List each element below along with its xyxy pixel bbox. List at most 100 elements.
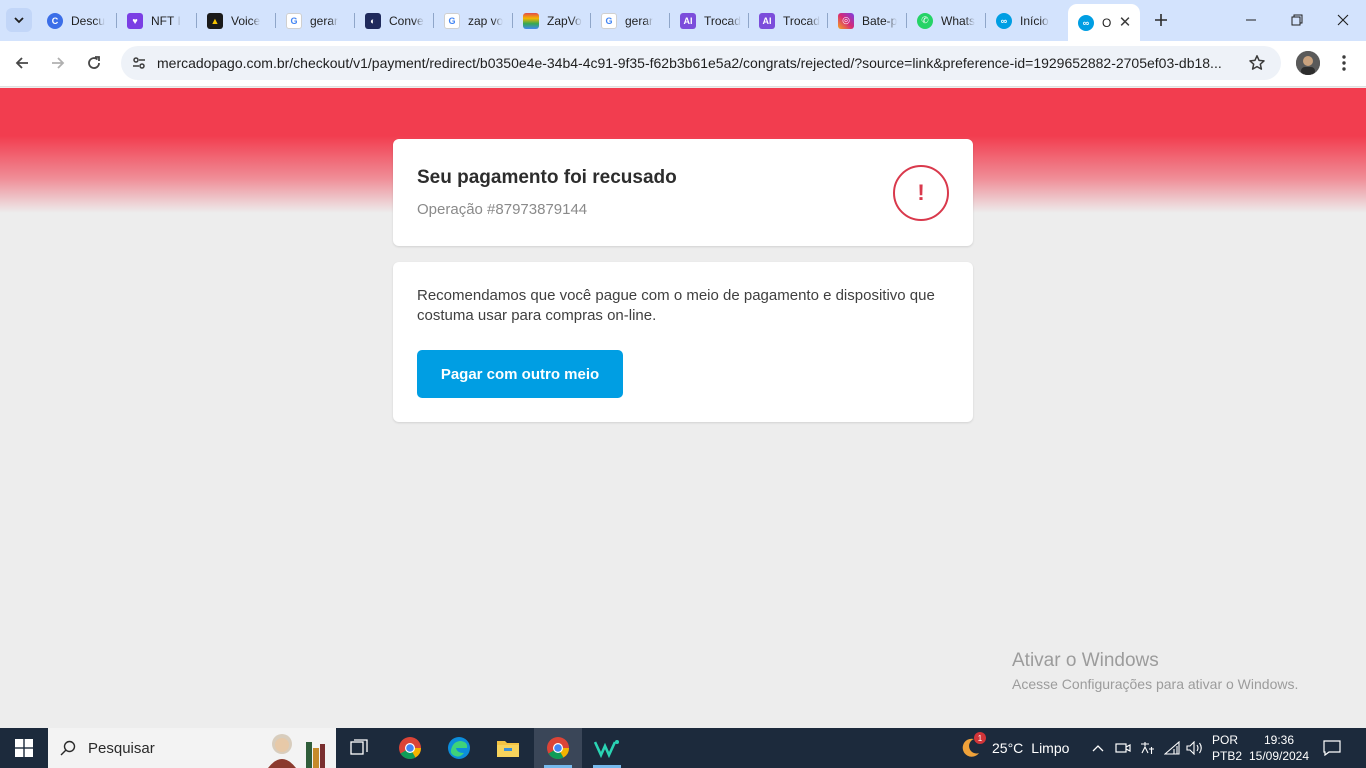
tab-3[interactable]: G gerar [277, 7, 355, 34]
weather-widget[interactable]: 1 25°C Limpo [958, 728, 1069, 768]
minimize-button[interactable] [1228, 0, 1274, 40]
plus-icon [1155, 14, 1167, 26]
keyboard-layout: PTB2 [1212, 749, 1243, 763]
tab-title: Trocad [704, 13, 741, 28]
address-bar[interactable]: mercadopago.com.br/checkout/v1/payment/r… [121, 46, 1281, 80]
tab-9[interactable]: AI Trocad [750, 7, 828, 34]
windows-taskbar: Pesquisar 1 25°C Limpo POR PTB2 19:36 15… [0, 728, 1366, 768]
keyboard-ime-icon [1141, 742, 1154, 754]
tab-title: gerar [625, 13, 654, 28]
star-icon [1249, 55, 1265, 70]
tune-icon [133, 57, 145, 69]
camera-icon [1115, 743, 1131, 753]
activation-subtitle: Acesse Configurações para ativar o Windo… [1012, 676, 1299, 692]
task-view-button[interactable] [336, 728, 384, 768]
more-vert-icon [1342, 55, 1346, 71]
tab-separator [590, 13, 591, 28]
tab-title: Trocad [783, 13, 820, 28]
taskbar-file-explorer[interactable] [484, 728, 532, 768]
taskbar-app[interactable] [583, 728, 631, 768]
notification-center-button[interactable] [1320, 737, 1344, 759]
url-text[interactable]: mercadopago.com.br/checkout/v1/payment/r… [157, 55, 1237, 71]
search-highlight-illustration-icon [268, 734, 325, 768]
network-tray-icon[interactable] [1162, 738, 1182, 758]
mercadopago-icon: ∞ [996, 12, 1012, 29]
tab-search-button[interactable] [6, 8, 32, 32]
show-hidden-icons-button[interactable] [1088, 738, 1108, 758]
tab-separator [906, 13, 907, 28]
browser-toolbar: mercadopago.com.br/checkout/v1/payment/r… [0, 41, 1366, 87]
tab-title: ZapVo [547, 13, 582, 28]
close-tab-icon[interactable]: ✕ [1118, 15, 1132, 30]
tab-1[interactable]: ♥ NFT I [118, 7, 196, 34]
reload-button[interactable] [79, 48, 109, 78]
speaker-icon [1186, 741, 1202, 755]
tab-2[interactable]: ▲ Voice [198, 7, 276, 34]
rainbow-icon [523, 12, 539, 29]
weather-condition: Limpo [1031, 740, 1070, 756]
tab-11[interactable]: ✆ Whats [908, 7, 986, 34]
task-view-icon [350, 739, 368, 755]
portrait-icon: ◐ [365, 12, 381, 29]
tab-12[interactable]: ∞ Início [987, 7, 1065, 34]
tab-separator [827, 13, 828, 28]
tab-10[interactable]: ◎ Bate-p [829, 7, 907, 34]
tab-active[interactable]: ∞ O ✕ [1068, 4, 1140, 41]
language-code: POR [1212, 733, 1239, 747]
taskbar-clock[interactable]: 19:36 15/09/2024 [1246, 732, 1312, 764]
close-window-button[interactable] [1320, 0, 1366, 40]
google-icon: G [601, 12, 617, 29]
wifi-icon [1164, 741, 1180, 755]
ai-logo-icon: AI [759, 12, 775, 29]
windows-logo-icon [15, 739, 33, 757]
tab-4[interactable]: ◐ Conve [356, 7, 434, 34]
browser-tab-strip: C Descu ♥ NFT I ▲ Voice G gerar ◐ Conve … [0, 0, 1366, 41]
page-content: Seu pagamento foi recusado Operação #879… [0, 88, 1366, 728]
whatsapp-icon: ✆ [917, 12, 933, 29]
ai-logo-icon: AI [680, 12, 696, 29]
activation-title: Ativar o Windows [1012, 650, 1159, 671]
app-icon [594, 740, 619, 758]
tab-separator [985, 13, 986, 28]
c-circle-icon: C [47, 12, 63, 29]
arrow-left-icon [15, 57, 28, 69]
tab-title: Bate-p [862, 13, 898, 28]
browser-menu-button[interactable] [1332, 50, 1356, 76]
tab-title: Início [1020, 13, 1049, 28]
clock-date: 15/09/2024 [1248, 749, 1310, 763]
back-button[interactable] [7, 48, 37, 78]
tab-0[interactable]: C Descu [38, 7, 116, 34]
recommendation-card: Recomendamos que você pague com o meio d… [393, 262, 973, 422]
site-info-button[interactable] [127, 51, 151, 75]
tab-separator [196, 13, 197, 28]
tab-title: Descu [71, 13, 106, 28]
chevron-down-icon [14, 17, 24, 24]
triangle-logo-icon: ▲ [207, 12, 223, 29]
volume-tray-icon[interactable] [1185, 738, 1205, 758]
tab-separator [354, 13, 355, 28]
pay-another-method-button[interactable]: Pagar com outro meio [417, 350, 623, 398]
restore-button[interactable] [1274, 0, 1320, 40]
tab-5[interactable]: G zap vo [435, 7, 513, 34]
tab-6[interactable]: ZapVo [514, 7, 592, 34]
chevron-up-icon [1092, 745, 1104, 752]
tab-separator [433, 13, 434, 28]
tab-title: Whats [941, 13, 976, 28]
tab-7[interactable]: G gerar [592, 7, 670, 34]
new-tab-button[interactable] [1150, 9, 1172, 31]
ime-tray-icon[interactable] [1137, 738, 1157, 758]
taskbar-edge[interactable] [435, 728, 483, 768]
taskbar-chrome-active[interactable] [534, 728, 582, 768]
edge-icon [448, 737, 470, 759]
tab-title: zap vo [468, 13, 504, 28]
start-button[interactable] [0, 728, 48, 768]
forward-button[interactable] [43, 48, 73, 78]
bookmark-button[interactable] [1247, 53, 1267, 73]
weather-temperature: 25°C [992, 740, 1024, 756]
camera-tray-icon[interactable] [1113, 738, 1133, 758]
profile-avatar[interactable] [1296, 51, 1320, 75]
language-indicator[interactable]: POR PTB2 [1212, 732, 1242, 764]
taskbar-search-box[interactable]: Pesquisar [48, 728, 336, 768]
taskbar-chrome[interactable] [386, 728, 434, 768]
tab-8[interactable]: AI Trocad [671, 7, 749, 34]
